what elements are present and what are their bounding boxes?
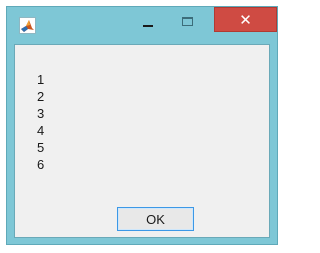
minimize-icon [143, 25, 153, 27]
maximize-icon [182, 17, 193, 26]
message-line: 5 [37, 140, 45, 155]
ok-button[interactable]: OK [117, 207, 194, 231]
ok-button-label: OK [146, 211, 165, 227]
message-text: 1 2 3 4 5 6 [37, 71, 44, 173]
maximize-button[interactable] [173, 11, 203, 35]
minimize-button[interactable] [133, 11, 163, 35]
message-line: 1 [37, 72, 45, 87]
dialog-window: ✕ 1 2 3 4 5 6 OK [6, 6, 278, 245]
close-button[interactable]: ✕ [214, 7, 277, 32]
message-line: 6 [37, 157, 45, 172]
message-line: 3 [37, 106, 45, 121]
close-icon: ✕ [239, 10, 252, 29]
dialog-content: 1 2 3 4 5 6 OK [14, 44, 270, 238]
message-line: 4 [37, 123, 45, 138]
title-bar[interactable]: ✕ [7, 7, 277, 44]
message-line: 2 [37, 89, 45, 104]
matlab-icon[interactable] [19, 17, 36, 34]
